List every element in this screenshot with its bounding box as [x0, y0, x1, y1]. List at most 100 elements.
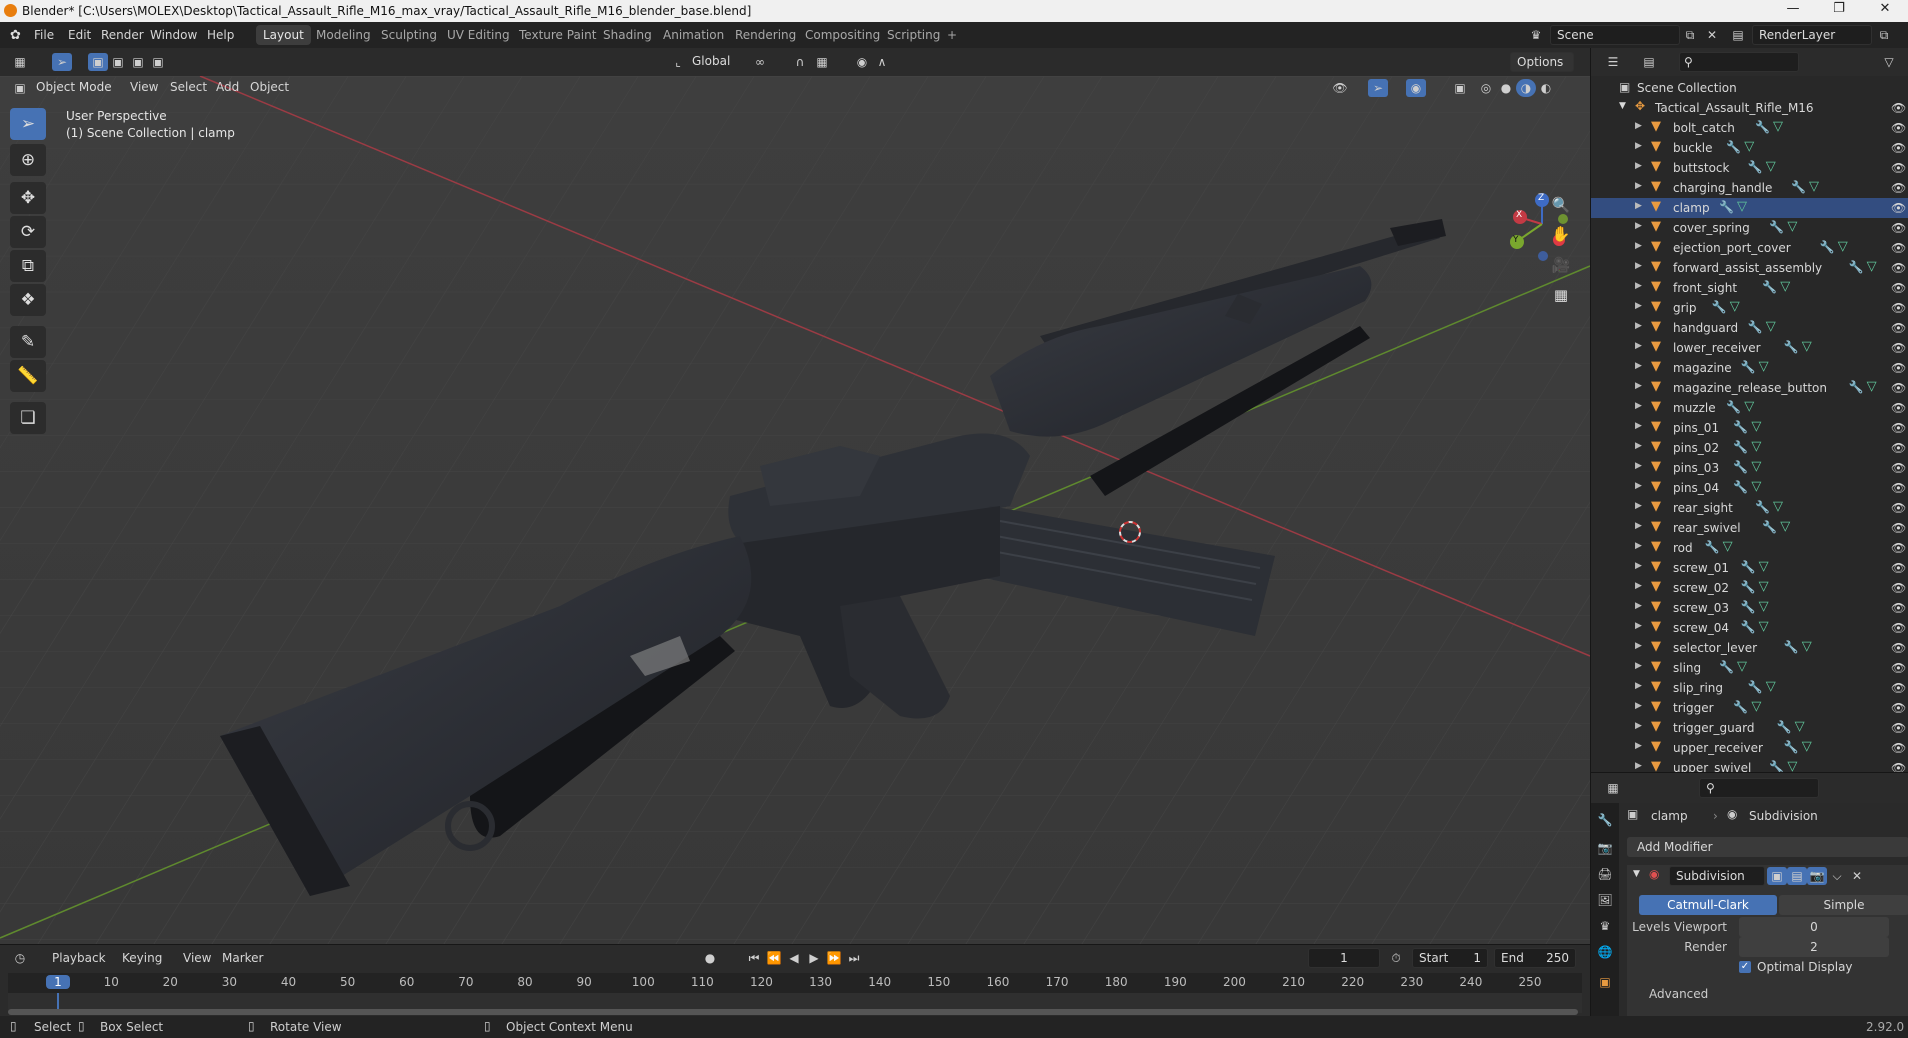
outliner-item-ejection-port-cover[interactable]: ▶ ▼ ejection_port_cover 🔧 ▽ 👁 — [1591, 238, 1908, 258]
modifier-icon[interactable]: 🔧 — [1741, 600, 1756, 614]
modifier-icon[interactable]: 🔧 — [1733, 420, 1748, 434]
outliner-search-input[interactable]: ⚲ — [1679, 52, 1799, 72]
menu-render[interactable]: Render — [101, 28, 144, 42]
modifier-icon[interactable]: 🔧 — [1849, 260, 1864, 274]
prev-keyframe-icon[interactable]: ⏪ — [764, 949, 784, 967]
expand-icon[interactable]: ▶ — [1635, 361, 1642, 371]
eye-icon[interactable]: 👁 — [1891, 141, 1906, 155]
object-mode-dropdown[interactable]: Object Mode — [30, 78, 118, 98]
eye-icon[interactable]: 👁 — [1891, 501, 1906, 515]
modifier-icon[interactable]: 🔧 — [1733, 440, 1748, 454]
modifier-icon[interactable]: 🔧 — [1769, 220, 1784, 234]
mesh-data-icon[interactable]: ▽ — [1759, 579, 1769, 594]
pivot-icon[interactable]: ∞ — [750, 53, 770, 71]
select-extend-icon[interactable]: ▣ — [108, 53, 128, 71]
eye-icon[interactable]: 👁 — [1891, 281, 1906, 295]
mesh-data-icon[interactable]: ▽ — [1773, 499, 1783, 514]
eye-icon[interactable]: 👁 — [1891, 361, 1906, 375]
modifier-icon[interactable]: 🔧 — [1741, 580, 1756, 594]
add-cube-tool-icon[interactable]: ❏ — [10, 402, 46, 434]
modifier-icon[interactable]: 🔧 — [1762, 520, 1777, 534]
outliner-item-trigger[interactable]: ▶ ▼ trigger 🔧 ▽ 👁 — [1591, 698, 1908, 718]
outliner-item-pins-02[interactable]: ▶ ▼ pins_02 🔧 ▽ 👁 — [1591, 438, 1908, 458]
add-modifier-button[interactable]: Add Modifier — [1627, 837, 1908, 857]
object-mode-icon[interactable]: ▣ — [10, 79, 30, 97]
mesh-data-icon[interactable]: ▽ — [1787, 219, 1797, 234]
outliner-item-rear-sight[interactable]: ▶ ▼ rear_sight 🔧 ▽ 👁 — [1591, 498, 1908, 518]
gizmo-x-label[interactable]: X — [1516, 210, 1522, 220]
eye-icon[interactable]: 👁 — [1891, 741, 1906, 755]
eye-icon[interactable]: 👁 — [1891, 341, 1906, 355]
expand-icon[interactable]: ▶ — [1635, 381, 1642, 391]
eye-icon[interactable]: 👁 — [1891, 721, 1906, 735]
solid-shading-icon[interactable]: ● — [1496, 79, 1516, 97]
wireframe-shading-icon[interactable]: ◎ — [1476, 79, 1496, 97]
expand-icon[interactable]: ▶ — [1635, 721, 1642, 731]
mesh-data-icon[interactable]: ▽ — [1802, 339, 1812, 354]
end-frame-field[interactable]: End 250 — [1494, 948, 1576, 968]
select-tool-icon[interactable]: ➢ — [52, 53, 72, 71]
mesh-data-icon[interactable]: ▽ — [1802, 739, 1812, 754]
mesh-data-icon[interactable]: ▽ — [1766, 679, 1776, 694]
outliner-item-screw-01[interactable]: ▶ ▼ screw_01 🔧 ▽ 👁 — [1591, 558, 1908, 578]
expand-icon[interactable]: ▶ — [1635, 561, 1642, 571]
view-layer-tab-icon[interactable]: 🖼 — [1595, 891, 1615, 909]
eye-icon[interactable]: 👁 — [1891, 261, 1906, 275]
eye-icon[interactable]: 👁 — [1891, 221, 1906, 235]
timeline-menu-view[interactable]: View — [183, 951, 211, 965]
pan-hand-icon[interactable]: ✋ — [1548, 221, 1574, 247]
snap-target-icon[interactable]: ▦ — [812, 53, 832, 71]
outliner-item-sling[interactable]: ▶ ▼ sling 🔧 ▽ 👁 — [1591, 658, 1908, 678]
outliner-item-lower-receiver[interactable]: ▶ ▼ lower_receiver 🔧 ▽ 👁 — [1591, 338, 1908, 358]
eye-icon[interactable]: 👁 — [1891, 181, 1906, 195]
modifier-icon[interactable]: 🔧 — [1755, 120, 1770, 134]
expand-icon[interactable]: ▶ — [1635, 301, 1642, 311]
modifier-icon[interactable]: 🔧 — [1705, 540, 1720, 554]
jump-end-icon[interactable]: ⏭ — [844, 949, 864, 967]
select-box-tool-icon[interactable]: ➢ — [10, 108, 46, 140]
scene-tab-icon[interactable]: ♛ — [1595, 917, 1615, 935]
expand-icon[interactable]: ▶ — [1635, 161, 1642, 171]
cursor-tool-icon[interactable]: ⊕ — [10, 144, 46, 176]
modifier-icon[interactable]: 🔧 — [1741, 360, 1756, 374]
next-keyframe-icon[interactable]: ⏩ — [824, 949, 844, 967]
outliner-collection-row[interactable]: ▼ ✥ Tactical_Assault_Rifle_M16 👁 — [1591, 98, 1908, 118]
expand-icon[interactable]: ▶ — [1635, 661, 1642, 671]
viewport-menu-select[interactable]: Select — [170, 80, 207, 94]
mesh-data-icon[interactable]: ▽ — [1751, 419, 1761, 434]
modifier-icon[interactable]: 🔧 — [1712, 300, 1727, 314]
outliner-item-cover-spring[interactable]: ▶ ▼ cover_spring 🔧 ▽ 👁 — [1591, 218, 1908, 238]
eye-icon[interactable]: 👁 — [1891, 661, 1906, 675]
eye-icon[interactable]: 👁 — [1891, 381, 1906, 395]
eye-icon[interactable]: 👁 — [1891, 321, 1906, 335]
editmode-toggle-icon[interactable]: ▣ — [1767, 867, 1787, 885]
outliner-item-handguard[interactable]: ▶ ▼ handguard 🔧 ▽ 👁 — [1591, 318, 1908, 338]
eye-icon[interactable]: 👁 — [1891, 701, 1906, 715]
modifier-icon[interactable]: 🔧 — [1784, 340, 1799, 354]
ortho-grid-icon[interactable]: ▦ — [1548, 282, 1574, 308]
outliner-scene-collection[interactable]: ▣ Scene Collection — [1591, 78, 1908, 98]
catmull-clark-button[interactable]: Catmull-Clark — [1639, 895, 1777, 915]
expand-icon[interactable]: ▶ — [1635, 541, 1642, 551]
tab-compositing[interactable]: Compositing — [798, 25, 887, 45]
outliner-item-trigger-guard[interactable]: ▶ ▼ trigger_guard 🔧 ▽ 👁 — [1591, 718, 1908, 738]
overlay-toggle-icon[interactable]: ◉ — [1406, 79, 1426, 97]
eye-icon[interactable]: 👁 — [1891, 421, 1906, 435]
mesh-data-icon[interactable]: ▽ — [1795, 719, 1805, 734]
render-tab-icon[interactable]: 📷 — [1595, 839, 1615, 857]
mesh-data-icon[interactable]: ▽ — [1730, 299, 1740, 314]
expand-icon[interactable]: ▶ — [1635, 181, 1642, 191]
editor-type-icon[interactable]: ▦ — [10, 53, 30, 71]
snap-icon[interactable]: ∩ — [790, 53, 810, 71]
tab-modeling[interactable]: Modeling — [309, 25, 378, 45]
modifier-icon[interactable]: 🔧 — [1719, 200, 1734, 214]
expand-icon[interactable]: ▶ — [1635, 741, 1642, 751]
outliner-item-bolt-catch[interactable]: ▶ ▼ bolt_catch 🔧 ▽ 👁 — [1591, 118, 1908, 138]
expand-icon[interactable]: ▶ — [1635, 581, 1642, 591]
modifier-icon[interactable]: 🔧 — [1784, 640, 1799, 654]
mesh-data-icon[interactable]: ▽ — [1867, 259, 1877, 274]
tool-tab-icon[interactable]: 🔧 — [1595, 811, 1615, 829]
mesh-data-icon[interactable]: ▽ — [1766, 159, 1776, 174]
expand-icon[interactable]: ▶ — [1635, 461, 1642, 471]
gizmo-z-label[interactable]: Z — [1538, 193, 1544, 203]
